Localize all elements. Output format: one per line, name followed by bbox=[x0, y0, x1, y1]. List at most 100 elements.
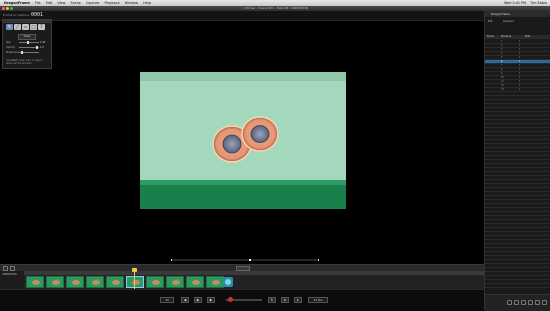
exposure-row-exposure: 1 bbox=[519, 76, 521, 79]
brightness-slider-label: Brightness bbox=[6, 51, 19, 54]
camera-live-view[interactable] bbox=[140, 72, 346, 209]
exposure-row-frame: 11 bbox=[501, 80, 504, 83]
column-exposure: Exposure bbox=[501, 35, 512, 38]
tool-buttons: ✎ ╱ ▭ ◯ T bbox=[6, 24, 46, 30]
exposure-row-exposure: 1 bbox=[519, 64, 521, 67]
opacity-slider-handle[interactable] bbox=[36, 46, 38, 49]
delete-frame-icon[interactable] bbox=[514, 300, 519, 305]
exposure-row-empty[interactable] bbox=[485, 284, 550, 288]
frame-thumbnail[interactable] bbox=[66, 276, 84, 288]
frame-thumbnail-image bbox=[52, 280, 60, 285]
frame-thumbnail[interactable] bbox=[146, 276, 164, 288]
exposure-row-frame: 6 bbox=[501, 60, 503, 63]
close-window-icon[interactable] bbox=[2, 7, 5, 10]
exposure-row-frame: 8 bbox=[501, 68, 503, 71]
exposure-row-exposure: 1 bbox=[519, 52, 521, 55]
line-tool-icon[interactable]: ╱ bbox=[14, 24, 21, 30]
exposure-row-frame: 5 bbox=[501, 56, 503, 59]
add-frame-icon[interactable] bbox=[507, 300, 512, 305]
frame-thumbnail[interactable] bbox=[46, 276, 64, 288]
loop-button[interactable]: ↻ bbox=[268, 297, 276, 303]
bounce-button[interactable]: ⇄ bbox=[281, 297, 289, 303]
frame-thumbnail[interactable] bbox=[26, 276, 44, 288]
size-slider-track[interactable] bbox=[19, 42, 39, 43]
size-slider-label: Size bbox=[6, 41, 11, 44]
exposure-row-exposure: 1 bbox=[519, 40, 521, 43]
pen-tool-icon[interactable]: ✎ bbox=[6, 24, 13, 30]
exposure-column-headers: Frame Exposure Note bbox=[485, 35, 550, 39]
step-forward-button[interactable]: ▶ bbox=[207, 297, 215, 303]
exposure-row-exposure: 1 bbox=[519, 68, 521, 71]
exposure-row-frame: 2 bbox=[501, 44, 503, 47]
brightness-slider-handle[interactable] bbox=[21, 51, 23, 54]
text-tool-icon[interactable]: T bbox=[38, 24, 45, 30]
duplicate-frame-icon[interactable] bbox=[521, 300, 526, 305]
exposure-row-exposure: 1 bbox=[519, 88, 521, 91]
exposure-row-frame: 1 bbox=[501, 40, 503, 43]
frame-thumbnail-image bbox=[112, 280, 120, 285]
backdrop-band bbox=[140, 72, 346, 81]
exposure-row-frame: 4 bbox=[501, 52, 503, 55]
record-indicator-icon bbox=[228, 297, 233, 302]
frame-thumbnail[interactable] bbox=[166, 276, 184, 288]
size-slider-value: 1.50 bbox=[40, 41, 46, 44]
more-options-icon[interactable] bbox=[542, 300, 547, 305]
short-play-button[interactable]: ▸ bbox=[294, 297, 302, 303]
frame-thumbnail-image bbox=[32, 280, 40, 285]
playhead-handle[interactable] bbox=[132, 268, 137, 272]
step-back-button[interactable]: ◀ bbox=[181, 297, 189, 303]
frame-thumbnail-image bbox=[212, 280, 220, 285]
exposure-row-frame: 10 bbox=[501, 76, 504, 79]
exposure-row-frame: 12 bbox=[501, 84, 504, 87]
exposure-row-frame: 7 bbox=[501, 64, 503, 67]
ellipse-tool-icon[interactable]: ◯ bbox=[30, 24, 37, 30]
track-label-animation: ANIMATION bbox=[2, 273, 17, 276]
tab-edit[interactable]: Edit bbox=[488, 20, 492, 23]
exposure-row-exposure: 1 bbox=[519, 56, 521, 59]
window-title: c_08.hse - Scene 001 · Take 08 · ANIMATI… bbox=[241, 6, 309, 10]
frame-thumbnail-image bbox=[192, 280, 200, 285]
play-button[interactable]: ▶ bbox=[194, 297, 202, 303]
playhead[interactable] bbox=[132, 268, 137, 290]
tool-panel-header[interactable] bbox=[3, 20, 51, 23]
tab-exposure[interactable]: Exposure bbox=[503, 20, 514, 23]
exposure-sheet-panel: DragonFrame Edit Exposure Frame Exposure… bbox=[484, 11, 550, 311]
settings-icon[interactable] bbox=[535, 300, 540, 305]
transport-bar: 15 ◀ ▶ ▶ ↻ ⇄ ▸ 24 fps bbox=[0, 289, 484, 311]
frame-thumbnail[interactable] bbox=[206, 276, 224, 288]
exposure-row-frame: 13 bbox=[501, 88, 504, 91]
frame-thumbnail[interactable] bbox=[86, 276, 104, 288]
column-note: Note bbox=[525, 35, 531, 38]
tool-panel-note: Use DRAW mode, hold, or drag to draw ove… bbox=[6, 59, 43, 65]
exposure-row-exposure: 1 bbox=[519, 48, 521, 51]
minimize-window-icon[interactable] bbox=[6, 7, 9, 10]
exposure-tabs: Edit Exposure bbox=[488, 20, 548, 24]
playback-range-slider[interactable] bbox=[171, 259, 319, 261]
exposure-row-exposure: 1 bbox=[519, 60, 521, 63]
playback-speed-field[interactable]: 24 fps bbox=[308, 297, 328, 303]
exposure-row-exposure: 1 bbox=[519, 80, 521, 83]
drawing-tool-panel: ✎ ╱ ▭ ◯ T Clear Size 1.50 Opacity 1.0 Br… bbox=[2, 19, 52, 69]
opacity-slider-value: 1.0 bbox=[40, 46, 44, 49]
subject-cookies-image bbox=[212, 116, 279, 163]
rect-tool-icon[interactable]: ▭ bbox=[22, 24, 29, 30]
exposure-panel-header: DragonFrame bbox=[485, 11, 550, 17]
fps-field[interactable]: 15 bbox=[160, 297, 174, 303]
frame-thumbnail-image bbox=[172, 280, 180, 285]
frame-thumbnail[interactable] bbox=[186, 276, 204, 288]
exposure-row-exposure: 1 bbox=[519, 44, 521, 47]
capture-toolbar bbox=[0, 11, 484, 21]
clear-drawing-button[interactable]: Clear bbox=[18, 34, 36, 40]
size-slider-handle[interactable] bbox=[27, 41, 29, 44]
zoom-window-icon[interactable] bbox=[10, 7, 13, 10]
floor bbox=[140, 185, 346, 209]
hold-frame-icon[interactable] bbox=[528, 300, 533, 305]
frame-thumbnail[interactable] bbox=[126, 276, 144, 288]
live-frame-thumbnail[interactable] bbox=[223, 277, 233, 287]
frame-thumbnail-image bbox=[72, 280, 80, 285]
frame-thumbnail-image bbox=[92, 280, 100, 285]
frame-thumbnail[interactable] bbox=[106, 276, 124, 288]
opacity-slider-label: Opacity bbox=[6, 46, 16, 49]
frame-thumbnail-image bbox=[152, 280, 160, 285]
column-frame: Frame bbox=[487, 35, 494, 38]
